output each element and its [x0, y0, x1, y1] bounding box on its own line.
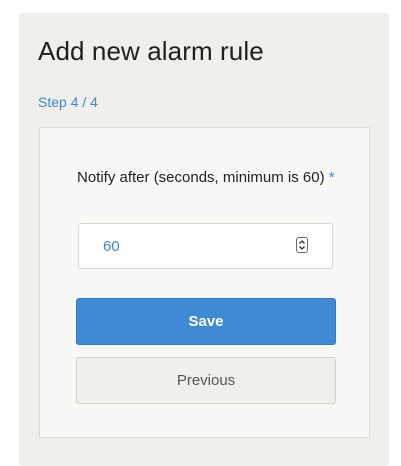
notify-after-label-text: Notify after (seconds, minimum is 60): [77, 169, 325, 186]
notify-after-input[interactable]: 60: [78, 223, 333, 269]
step-indicator-link[interactable]: Step 4 / 4: [38, 94, 98, 110]
save-button[interactable]: Save: [76, 298, 336, 345]
page-title: Add new alarm rule: [38, 36, 264, 66]
required-marker: *: [328, 169, 335, 186]
notify-after-label: Notify after (seconds, minimum is 60) *: [77, 166, 347, 189]
previous-button[interactable]: Previous: [76, 357, 336, 404]
notify-after-value: 60: [103, 238, 120, 255]
up-down-spinner-icon[interactable]: [296, 237, 308, 253]
